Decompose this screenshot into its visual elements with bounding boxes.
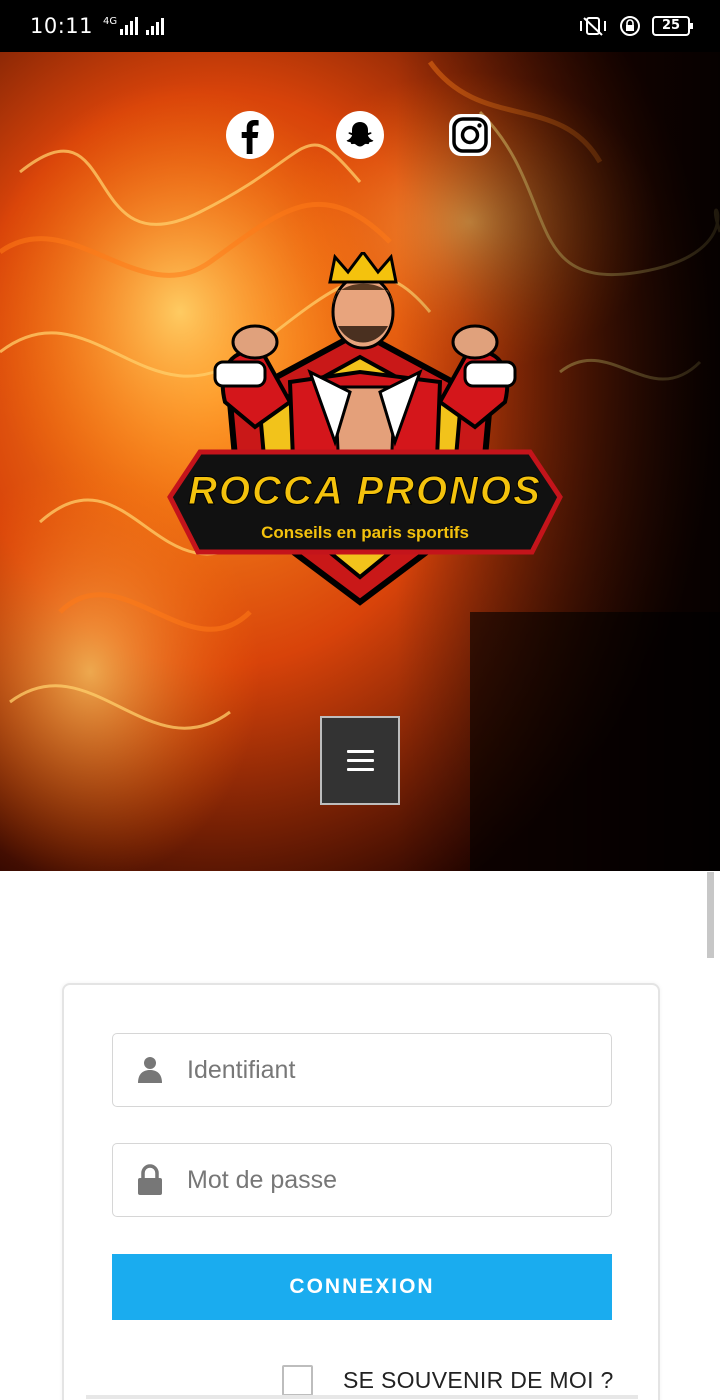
status-bar: 10:11 4G 25 [0, 0, 720, 52]
remember-label: SE SOUVENIR DE MOI ? [343, 1367, 614, 1393]
user-icon [113, 1055, 187, 1085]
vibrate-icon [580, 17, 606, 36]
remember-checkbox[interactable] [282, 1365, 313, 1396]
signal-icon [120, 17, 139, 35]
battery-icon: 25 [652, 16, 693, 36]
signal-icon-2 [146, 17, 165, 35]
battery-level: 25 [661, 18, 681, 33]
page-scrollbar[interactable] [707, 872, 714, 958]
hamburger-icon [346, 750, 374, 771]
facebook-icon [226, 111, 274, 159]
remember-me[interactable]: SE SOUVENIR DE MOI ? [282, 1365, 614, 1396]
logo-subtitle: Conseils en paris sportifs [261, 523, 469, 542]
status-time: 10:11 [30, 14, 94, 38]
social-links [0, 110, 720, 160]
password-field[interactable] [112, 1143, 612, 1217]
snapchat-icon [336, 111, 384, 159]
logo-title: ROCCA PRONOS [188, 469, 542, 513]
login-card: CONNEXION SE SOUVENIR DE MOI ? [62, 983, 660, 1400]
login-button[interactable]: CONNEXION [112, 1254, 612, 1320]
snapchat-link[interactable] [335, 110, 385, 160]
instagram-link[interactable] [445, 110, 495, 160]
rocca-pronos-logo: ROCCA PRONOS Conseils en paris sportifs [167, 252, 563, 606]
lock-icon [113, 1164, 187, 1196]
card-divider [86, 1395, 638, 1399]
hero-banner: ROCCA PRONOS Conseils en paris sportifs [0, 52, 720, 871]
username-field[interactable] [112, 1033, 612, 1107]
instagram-icon [449, 114, 491, 156]
network-type: 4G [103, 15, 118, 27]
alarm-lock-icon [620, 16, 640, 36]
menu-button[interactable] [320, 716, 400, 805]
username-input[interactable] [187, 1034, 611, 1106]
password-input[interactable] [187, 1144, 611, 1216]
facebook-link[interactable] [225, 110, 275, 160]
